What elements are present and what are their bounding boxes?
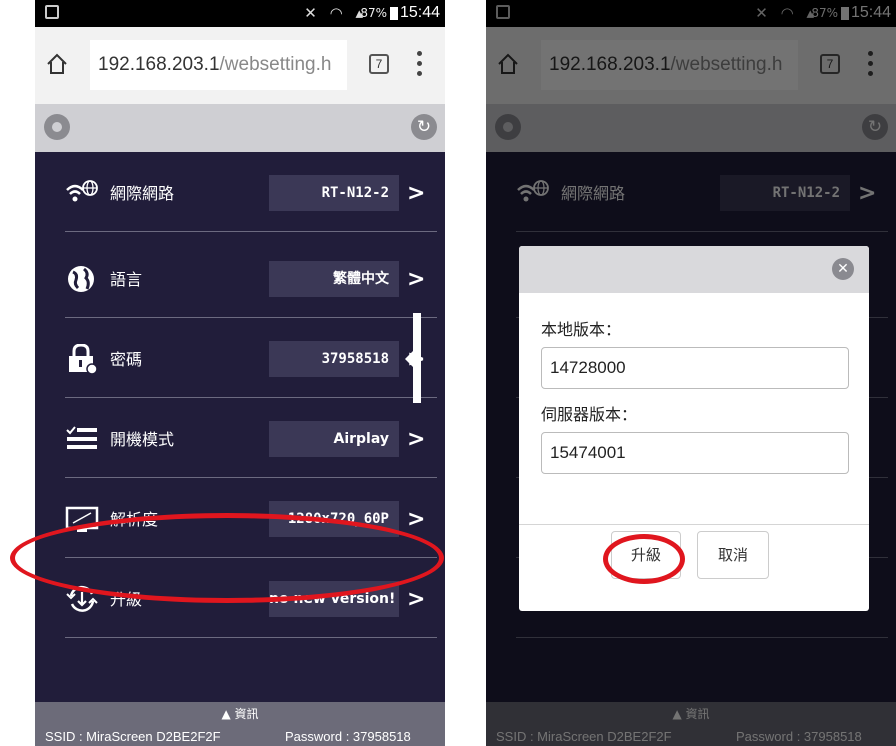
phone-screen-left: ✕ ◠ ▴ 87% 15:44 192.168.203.1/websetting…	[35, 0, 445, 746]
menu-value: 繁體中文	[269, 261, 399, 297]
menu-row-password[interactable]: 密碼 37958518 >	[65, 318, 437, 398]
battery-icon	[390, 7, 398, 20]
browser-toolbar: 192.168.203.1/websetting.h 7	[35, 27, 445, 104]
menu-label: 解析度	[110, 510, 159, 529]
more-menu-icon[interactable]	[417, 51, 423, 77]
ssid-text: SSID : MiraScreen D2BE2F2F	[45, 729, 221, 744]
clock: 15:44	[399, 4, 440, 21]
globe-icon	[65, 264, 99, 294]
menu-value: Airplay	[269, 421, 399, 457]
menu-label: 升級	[110, 590, 143, 609]
server-version-label: 伺服器版本：	[541, 405, 638, 424]
dialog-header: ✕	[519, 246, 869, 293]
menu-row-boot-mode[interactable]: 開機模式 Airplay >	[65, 398, 437, 478]
page-toolbar: ↻	[35, 104, 445, 152]
menu-value: RT-N12-2	[269, 175, 399, 211]
settings-menu: 網際網路 RT-N12-2 > 語言 繁體中文 > 密碼 37958518 > …	[35, 152, 445, 702]
menu-label: 開機模式	[110, 430, 175, 449]
chevron-right-icon: >	[407, 267, 426, 292]
wifi-globe-icon	[65, 178, 99, 208]
refresh-icon[interactable]: ↻	[411, 114, 437, 140]
menu-row-resolution[interactable]: 解析度 1280x720_60P >	[65, 478, 437, 558]
url-field[interactable]: 192.168.203.1/websetting.h	[90, 40, 347, 90]
menu-label: 語言	[110, 270, 143, 289]
chevron-up-icon: ▲	[221, 707, 231, 721]
menu-value: 37958518	[269, 341, 399, 377]
menu-row-language[interactable]: 語言 繁體中文 >	[65, 238, 437, 318]
status-bar: ✕ ◠ ▴ 87% 15:44	[35, 0, 445, 27]
chevron-right-icon: >	[407, 181, 426, 206]
upgrade-dialog: ✕ 本地版本： 14728000 伺服器版本： 15474001 升級 取消	[519, 246, 869, 611]
menu-label: 網際網路	[110, 184, 175, 203]
password-text: Password : 37958518	[285, 729, 411, 744]
gear-icon[interactable]	[44, 114, 70, 140]
menu-row-internet[interactable]: 網際網路 RT-N12-2 >	[65, 152, 437, 232]
cancel-button[interactable]: 取消	[697, 531, 769, 579]
menu-value: no new version!	[269, 581, 399, 617]
local-version-field[interactable]: 14728000	[541, 347, 849, 389]
server-version-field[interactable]: 15474001	[541, 432, 849, 474]
close-icon[interactable]: ✕	[832, 258, 854, 280]
menu-label: 密碼	[110, 350, 143, 369]
chevron-right-icon: >	[407, 507, 426, 532]
dialog-divider	[519, 524, 869, 525]
url-host: 192.168.203.1	[98, 54, 220, 75]
upgrade-button[interactable]: 升級	[611, 531, 681, 579]
phone-screen-right: ✕ ◠ ▴ 87% 15:44 192.168.203.1/websetting…	[486, 0, 896, 746]
battery-percent: 87%	[360, 6, 387, 20]
chevron-right-icon: >	[407, 427, 426, 452]
lock-icon	[65, 343, 99, 375]
local-version-label: 本地版本：	[541, 320, 622, 339]
menu-list-icon	[65, 424, 99, 454]
menu-value: 1280x720_60P	[269, 501, 399, 537]
info-toggle[interactable]: ▲ 資訊	[35, 705, 445, 722]
upgrade-icon	[65, 584, 99, 614]
tab-switcher-button[interactable]: 7	[369, 54, 389, 74]
info-footer: ▲ 資訊 SSID : MiraScreen D2BE2F2F Password…	[35, 702, 445, 746]
signal-icons: ✕ ◠ ▴	[304, 4, 367, 22]
home-icon[interactable]	[45, 52, 69, 76]
chevron-right-icon: >	[407, 587, 426, 612]
monitor-icon	[65, 504, 99, 534]
screenshot-icon	[45, 5, 59, 19]
info-label: 資訊	[234, 707, 259, 721]
menu-row-upgrade[interactable]: 升級 no new version! >	[65, 558, 437, 638]
url-path: /websetting.h	[219, 54, 332, 75]
side-drawer-handle[interactable]	[405, 313, 421, 403]
